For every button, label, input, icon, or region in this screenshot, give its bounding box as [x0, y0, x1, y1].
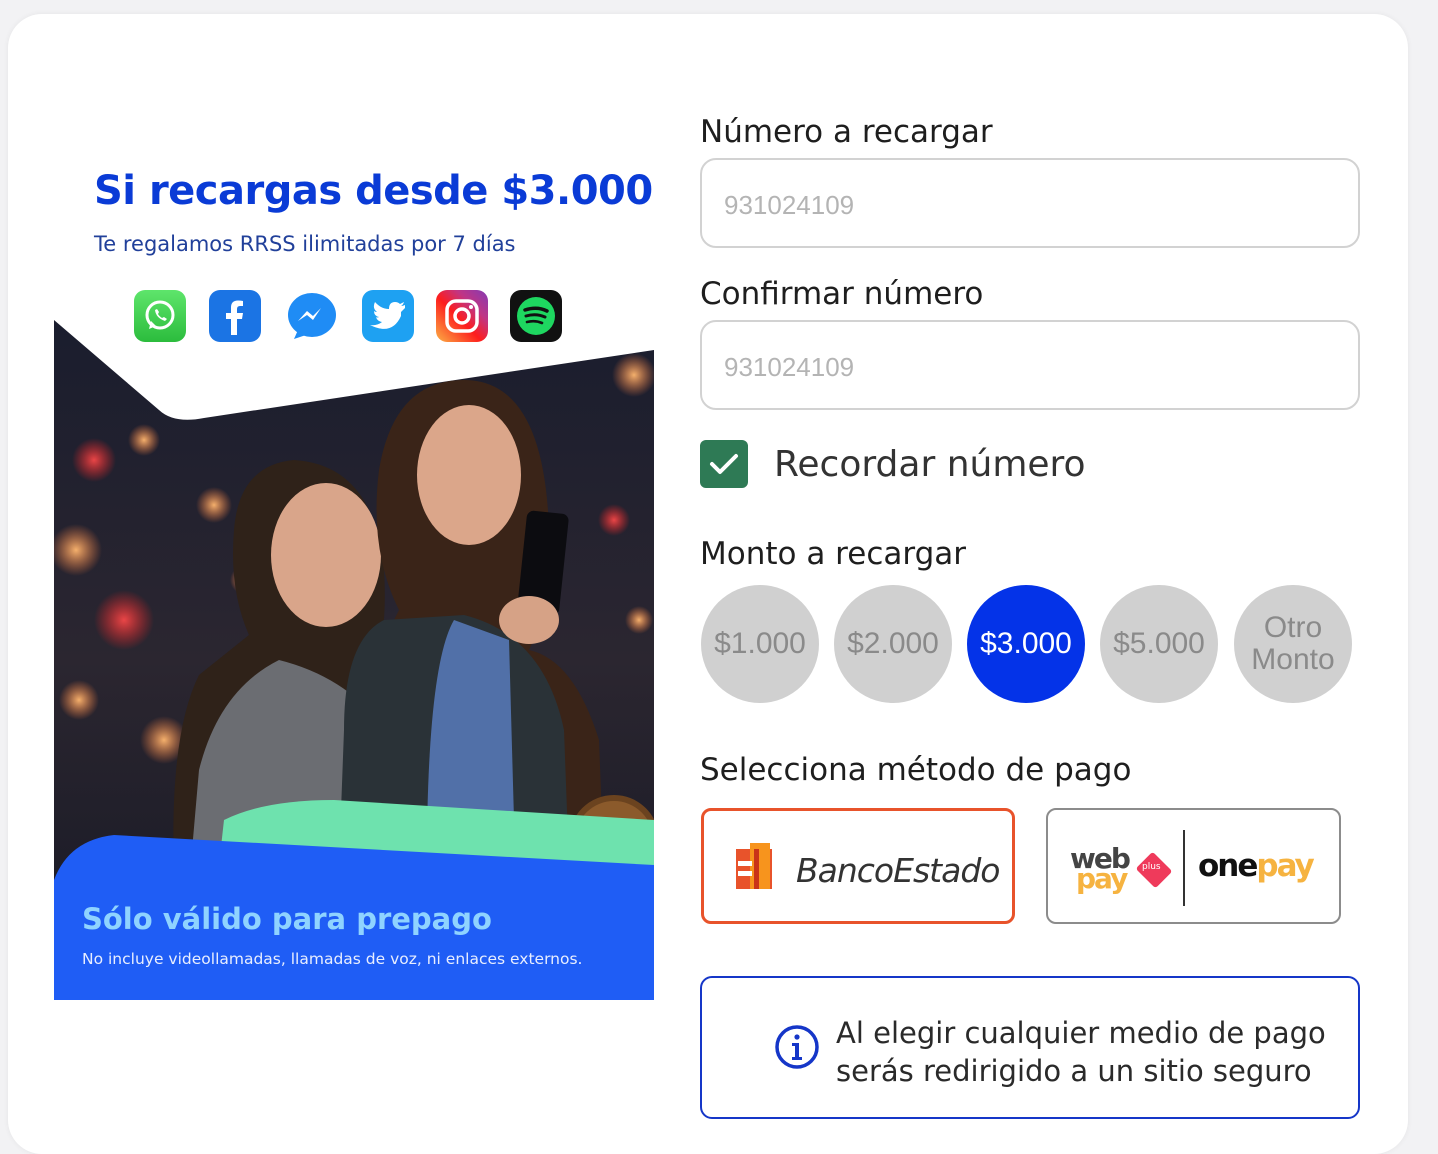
- bancoestado-logo-icon: [736, 843, 772, 889]
- remember-number-checkbox[interactable]: [700, 440, 748, 488]
- payment-method-label: Selecciona método de pago: [700, 752, 1132, 788]
- onepay-logo-pay: pay: [1256, 848, 1314, 884]
- amount-label: Monto a recargar: [700, 536, 966, 572]
- onepay-logo-one: one: [1198, 848, 1258, 884]
- amount-other-line2: Monto: [1251, 643, 1335, 676]
- promo-title: Si recargas desde $3.000: [94, 168, 653, 214]
- promo-subtitle: Te regalamos RRSS ilimitadas por 7 días: [94, 232, 516, 256]
- remember-number-label[interactable]: Recordar número: [774, 444, 1086, 485]
- promo-photo: [54, 320, 654, 1000]
- phone-input[interactable]: [722, 180, 1326, 230]
- amount-option-1000[interactable]: $1.000: [701, 585, 819, 703]
- payment-bancoestado-button[interactable]: BancoEstado: [701, 808, 1015, 924]
- amount-option-5000[interactable]: $5.000: [1100, 585, 1218, 703]
- webpay-logo-pay: pay: [1076, 862, 1128, 895]
- promo-footer-note: No incluye videollamadas, llamadas de vo…: [82, 950, 583, 968]
- amount-other-line1: Otro: [1263, 611, 1323, 644]
- amount-option-2000[interactable]: $2.000: [834, 585, 952, 703]
- amount-option-3000[interactable]: $3.000: [967, 585, 1085, 703]
- phone-label: Número a recargar: [700, 114, 993, 150]
- promo-footer-title: Sólo válido para prepago: [82, 902, 492, 936]
- secure-redirect-notice: Al elegir cualquier medio de pago serás …: [700, 976, 1360, 1119]
- payment-webpay-onepay-button[interactable]: web pay plus onepay: [1046, 808, 1341, 924]
- confirm-phone-field[interactable]: [700, 320, 1360, 410]
- bancoestado-wordmark: BancoEstado: [796, 851, 1000, 890]
- payment-logo-divider: [1183, 830, 1185, 906]
- webpay-plus-badge: plus: [1142, 862, 1161, 872]
- phone-field[interactable]: [700, 158, 1360, 248]
- promo-banner: Si recargas desde $3.000 Te regalamos RR…: [54, 150, 654, 1000]
- onepay-logo: onepay: [1198, 848, 1315, 884]
- secure-redirect-text: Al elegir cualquier medio de pago serás …: [836, 1016, 1326, 1088]
- confirm-phone-input[interactable]: [722, 342, 1326, 392]
- info-icon: [775, 1025, 819, 1069]
- amount-option-other[interactable]: Otro Monto: [1234, 585, 1352, 703]
- checkmark-icon: [710, 454, 738, 474]
- webpay-logo: web pay plus: [1070, 842, 1173, 902]
- confirm-phone-label: Confirmar número: [700, 276, 984, 312]
